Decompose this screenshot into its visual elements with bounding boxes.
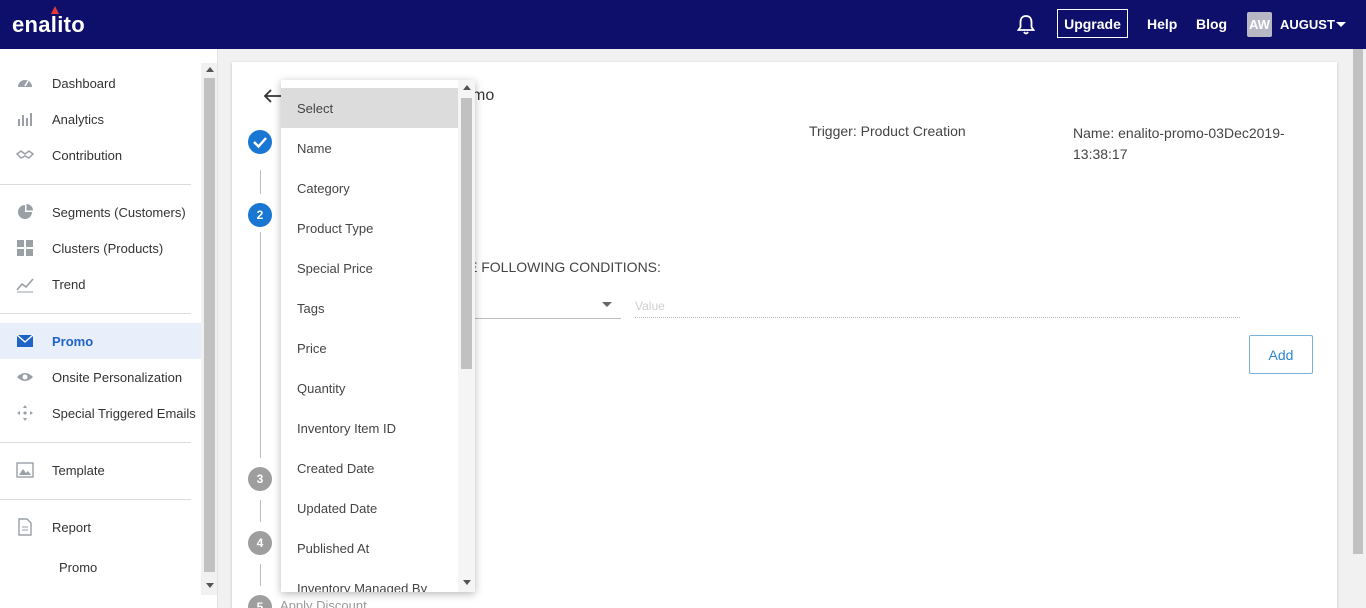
- dropdown-option-created-date[interactable]: Created Date: [281, 448, 458, 488]
- dropdown-option-updated-date[interactable]: Updated Date: [281, 488, 458, 528]
- sidebar-item-clusters[interactable]: Clusters (Products): [0, 230, 201, 266]
- logo-mark-icon: [51, 6, 59, 14]
- sidebar-item-onsite-personalization[interactable]: Onsite Personalization: [0, 359, 201, 395]
- dropdown-option-tags[interactable]: Tags: [281, 288, 458, 328]
- sidebar-item-label: Contribution: [52, 148, 123, 163]
- handshake-icon: [16, 150, 34, 159]
- sidebar-item-label: Promo: [52, 334, 94, 349]
- promo-name-info: Name: enalito-promo-03Dec2019-13:38:17: [1073, 125, 1285, 162]
- sidebar-item-label: Trend: [52, 277, 86, 292]
- user-menu-name[interactable]: AUGUST: [1280, 17, 1335, 32]
- grid-icon: [17, 240, 33, 256]
- sidebar-item-label: Report: [52, 520, 92, 535]
- sidebar-item-segments[interactable]: Segments (Customers): [0, 194, 201, 230]
- dropdown-option-price[interactable]: Price: [281, 328, 458, 368]
- dropdown-option-quantity[interactable]: Quantity: [281, 368, 458, 408]
- stepper-connector: [260, 500, 261, 522]
- step-4-indicator[interactable]: 4: [248, 531, 272, 555]
- trigger-info: Trigger: Product Creation: [809, 123, 966, 139]
- sidebar-item-label: Clusters (Products): [52, 241, 164, 256]
- sidebar-item-label: Segments (Customers): [52, 205, 186, 220]
- dropdown-option-category[interactable]: Category: [281, 168, 458, 208]
- sidebar-item-promo[interactable]: Promo: [0, 323, 201, 359]
- crosshair-icon: [17, 405, 33, 421]
- stepper-connector: [260, 564, 261, 586]
- check-icon: [253, 137, 267, 149]
- dropdown-option-select[interactable]: Select: [281, 88, 458, 128]
- field-select-underline: [470, 318, 621, 319]
- sidebar-item-analytics[interactable]: Analytics: [0, 101, 201, 137]
- top-navigation-bar: enalito Upgrade Help Blog AW AUGUST: [0, 0, 1366, 49]
- scroll-up-icon[interactable]: [463, 85, 471, 90]
- pie-chart-icon: [18, 204, 33, 219]
- eye-icon: [17, 373, 33, 381]
- bell-icon[interactable]: [1016, 14, 1036, 36]
- sidebar-item-report[interactable]: Report: [0, 509, 201, 545]
- blog-link[interactable]: Blog: [1196, 16, 1227, 32]
- dashboard-icon: [18, 80, 32, 87]
- image-icon: [16, 462, 34, 478]
- dropdown-option-inventory-item-id[interactable]: Inventory Item ID: [281, 408, 458, 448]
- field-select-chevron-icon[interactable]: [602, 302, 612, 307]
- sidebar-item-label: Onsite Personalization: [52, 370, 183, 385]
- sidebar-item-trend[interactable]: Trend: [0, 266, 201, 302]
- sidebar-item-contribution[interactable]: Contribution: [0, 137, 201, 173]
- trend-line-icon: [16, 278, 34, 293]
- field-select-dropdown[interactable]: Select Name Category Product Type Specia…: [281, 80, 475, 592]
- sidebar-divider: [0, 184, 191, 185]
- avatar[interactable]: AW: [1247, 12, 1272, 37]
- step-1-complete[interactable]: [248, 130, 272, 154]
- page-title: mo: [472, 87, 495, 104]
- page-scroll-thumb[interactable]: [1353, 49, 1363, 554]
- dropdown-scroll-thumb[interactable]: [461, 98, 472, 369]
- scroll-down-icon[interactable]: [463, 580, 471, 585]
- upgrade-button[interactable]: Upgrade: [1057, 9, 1128, 38]
- dropdown-option-name[interactable]: Name: [281, 128, 458, 168]
- condition-value-input[interactable]: [635, 294, 1240, 318]
- help-link[interactable]: Help: [1147, 16, 1177, 32]
- dropdown-option-inventory-managed-by[interactable]: Inventory Managed By: [281, 568, 458, 593]
- step-3-indicator[interactable]: 3: [248, 467, 272, 491]
- logo[interactable]: enalito: [12, 12, 85, 38]
- sidebar-divider: [0, 442, 191, 443]
- sidebar: Dashboard Analytics Contribution Segment…: [0, 49, 218, 608]
- stepper-connector: [260, 170, 261, 194]
- sidebar-item-label: Special Triggered Emails: [52, 406, 196, 421]
- scroll-up-icon[interactable]: [206, 67, 214, 72]
- sidebar-item-dashboard[interactable]: Dashboard: [0, 65, 201, 101]
- sidebar-item-template[interactable]: Template: [0, 452, 201, 488]
- dropdown-scrollbar[interactable]: [458, 80, 475, 592]
- conditions-heading: E FOLLOWING CONDITIONS:: [468, 259, 661, 275]
- dropdown-option-published-at[interactable]: Published At: [281, 528, 458, 568]
- envelope-icon: [16, 334, 34, 347]
- page-scrollbar[interactable]: [1350, 49, 1366, 608]
- sidebar-divider: [0, 499, 191, 500]
- bar-chart-icon: [18, 113, 32, 126]
- document-icon: [18, 518, 32, 536]
- scroll-down-icon[interactable]: [206, 583, 214, 588]
- sidebar-scrollbar[interactable]: [201, 63, 217, 595]
- sidebar-item-special-triggered-emails[interactable]: Special Triggered Emails: [0, 395, 201, 431]
- sidebar-subitem-report-promo[interactable]: Promo: [59, 560, 97, 575]
- sidebar-item-label: Dashboard: [52, 76, 116, 91]
- add-condition-button[interactable]: Add: [1249, 335, 1313, 374]
- step-5-label: Apply Discount: [280, 598, 367, 608]
- step-2-indicator[interactable]: 2: [248, 203, 272, 227]
- sidebar-scroll-thumb[interactable]: [204, 78, 215, 572]
- sidebar-item-label: Template: [52, 463, 105, 478]
- stepper-connector: [260, 232, 261, 458]
- chevron-down-icon[interactable]: [1336, 22, 1346, 27]
- dropdown-option-special-price[interactable]: Special Price: [281, 248, 458, 288]
- sidebar-divider: [0, 313, 191, 314]
- dropdown-option-product-type[interactable]: Product Type: [281, 208, 458, 248]
- sidebar-item-label: Analytics: [52, 112, 105, 127]
